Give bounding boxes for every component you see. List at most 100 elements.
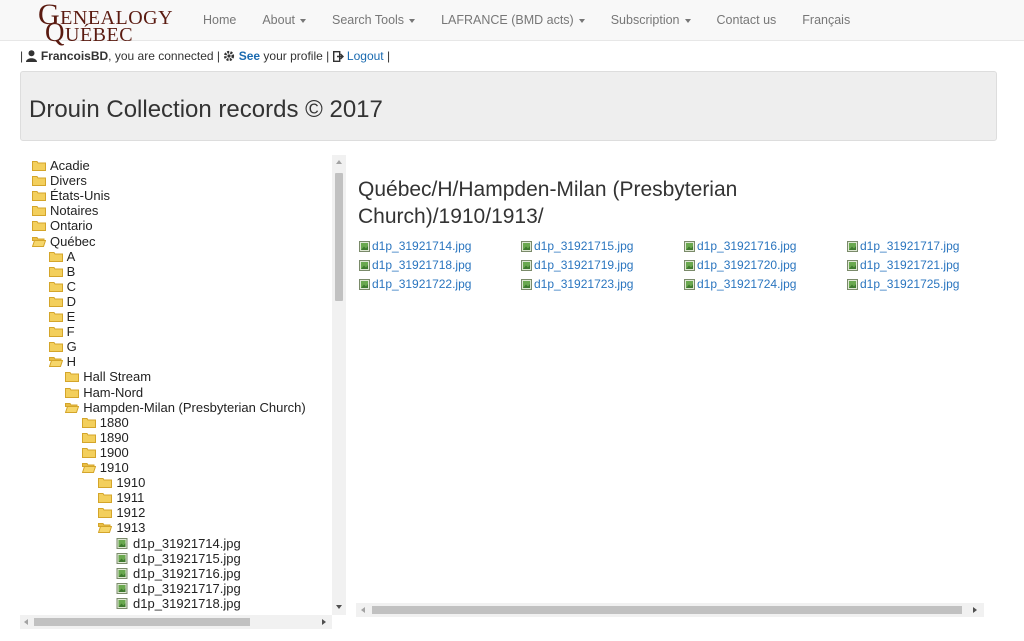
image-file-icon xyxy=(684,278,695,290)
tree-item-label: Divers xyxy=(50,173,87,189)
see-profile-link[interactable]: See xyxy=(239,49,260,63)
nav-contact[interactable]: Contact us xyxy=(704,13,790,27)
tree-folder-item[interactable]: 1900 xyxy=(81,445,129,460)
tree-file-item[interactable]: d1p_31921715.jpg xyxy=(115,551,241,566)
tree-folder-item[interactable]: 1890 xyxy=(81,430,129,445)
folder-icon xyxy=(32,191,46,202)
image-file-icon xyxy=(684,240,695,252)
tree-folder-item[interactable]: 1910 xyxy=(81,460,129,475)
tree-folder-item[interactable]: C xyxy=(48,279,76,294)
image-file-icon xyxy=(116,567,128,579)
scrollbar-thumb[interactable] xyxy=(335,173,343,301)
tree-folder-item[interactable]: B xyxy=(48,263,76,279)
tree-file-item[interactable]: d1p_31921718.jpg xyxy=(115,596,241,611)
tree-item-label: B xyxy=(66,263,76,279)
tree-folder-item[interactable]: Ham-Nord xyxy=(65,385,143,400)
tree-folder-item[interactable]: 1913 xyxy=(98,520,145,535)
main-nav: Home About Search Tools LAFRANCE (BMD ac… xyxy=(190,0,863,40)
tree-folder-item[interactable]: 1910 xyxy=(98,475,145,490)
file-link-label: d1p_31921719.jpg xyxy=(534,258,634,272)
folder-icon xyxy=(98,478,113,489)
scroll-right-arrow-icon[interactable] xyxy=(322,619,326,625)
scroll-left-arrow-icon[interactable] xyxy=(361,607,365,613)
tree-folder-item[interactable]: États-Unis xyxy=(32,188,110,203)
scroll-right-arrow-icon[interactable] xyxy=(973,607,977,613)
tree-folder-item[interactable]: F xyxy=(48,324,75,339)
tree-item-label: d1p_31921714.jpg xyxy=(133,535,241,551)
tree-folder-item[interactable]: 1911 xyxy=(98,490,144,505)
logo-line2: QUÉBEC xyxy=(45,17,134,47)
tree-file-item[interactable]: d1p_31921714.jpg xyxy=(115,536,241,551)
caret-down-icon xyxy=(684,18,691,23)
tree-folder-item[interactable]: Hampden-Milan (Presbyterian Church) xyxy=(65,400,306,415)
folder-icon xyxy=(32,206,46,217)
tree-item-label: Ontario xyxy=(50,218,93,234)
tree-folder-item[interactable]: G xyxy=(48,339,77,354)
tree-folder-item[interactable]: Divers xyxy=(32,173,87,188)
nav-home[interactable]: Home xyxy=(190,13,249,27)
tree-folder-item[interactable]: 1880 xyxy=(81,415,129,430)
nav-language[interactable]: Français xyxy=(789,13,863,27)
file-link-label: d1p_31921718.jpg xyxy=(372,258,472,272)
scrollbar-thumb[interactable] xyxy=(372,606,962,614)
folder-open-icon xyxy=(98,523,113,534)
tree-folder-item[interactable]: Notaires xyxy=(32,203,98,218)
file-link[interactable]: d1p_31921717.jpg xyxy=(847,239,959,253)
tree-item-label: 1910 xyxy=(99,460,129,475)
site-logo[interactable]: GENEALOGY QUÉBEC xyxy=(38,0,173,47)
scrollbar-thumb[interactable] xyxy=(34,618,250,626)
tree-vertical-scrollbar[interactable] xyxy=(332,155,346,615)
folder-open-icon xyxy=(48,357,63,368)
tree-folder-item[interactable]: E xyxy=(48,309,75,324)
file-link[interactable]: d1p_31921714.jpg xyxy=(359,239,471,253)
file-link-label: d1p_31921720.jpg xyxy=(697,258,797,272)
file-link[interactable]: d1p_31921716.jpg xyxy=(684,239,796,253)
tree-horizontal-scrollbar[interactable] xyxy=(20,615,332,629)
logout-link[interactable]: Logout xyxy=(347,49,384,63)
file-link[interactable]: d1p_31921724.jpg xyxy=(684,277,796,291)
folder-icon xyxy=(65,372,80,383)
caret-down-icon xyxy=(409,18,416,23)
logout-icon xyxy=(332,50,344,63)
tree-item-label: Acadie xyxy=(50,158,90,173)
page-header: Drouin Collection records © 2017 xyxy=(20,71,997,141)
folder-icon xyxy=(48,251,63,262)
nav-about[interactable]: About xyxy=(249,13,319,27)
file-link[interactable]: d1p_31921725.jpg xyxy=(847,277,959,291)
file-link-label: d1p_31921725.jpg xyxy=(860,277,960,291)
tree-item-label: 1911 xyxy=(116,490,145,506)
file-link[interactable]: d1p_31921721.jpg xyxy=(847,258,959,272)
nav-search-tools[interactable]: Search Tools xyxy=(319,13,428,27)
tree-file-item[interactable]: d1p_31921717.jpg xyxy=(115,581,241,596)
folder-icon xyxy=(81,432,96,443)
tree-folder-item[interactable]: 1912 xyxy=(98,505,145,520)
file-link[interactable]: d1p_31921715.jpg xyxy=(521,239,633,253)
nav-lafrance[interactable]: LAFRANCE (BMD acts) xyxy=(428,13,598,27)
tree-folder-item[interactable]: D xyxy=(48,294,76,309)
image-file-icon xyxy=(116,597,128,609)
file-link[interactable]: d1p_31921720.jpg xyxy=(684,258,796,272)
separator: | xyxy=(20,49,24,63)
file-link[interactable]: d1p_31921718.jpg xyxy=(359,258,471,272)
tree-folder-item[interactable]: H xyxy=(48,354,76,369)
nav-subscription[interactable]: Subscription xyxy=(598,13,704,27)
file-link-label: d1p_31921722.jpg xyxy=(372,277,472,291)
image-file-icon xyxy=(359,259,370,271)
tree-folder-item[interactable]: A xyxy=(48,249,75,264)
scroll-up-arrow-icon[interactable] xyxy=(336,160,342,164)
tree-folder-item[interactable]: Hall Stream xyxy=(65,369,151,384)
tree-item-label: d1p_31921717.jpg xyxy=(133,580,241,596)
tree-folder-item[interactable]: Acadie xyxy=(32,158,90,173)
content-horizontal-scrollbar[interactable] xyxy=(356,603,984,617)
tree-folder-item[interactable]: Québec xyxy=(32,234,96,249)
scroll-left-arrow-icon[interactable] xyxy=(24,619,28,625)
image-file-icon xyxy=(521,259,532,271)
file-link[interactable]: d1p_31921719.jpg xyxy=(521,258,633,272)
tree-item-label: d1p_31921715.jpg xyxy=(133,550,241,566)
file-link[interactable]: d1p_31921723.jpg xyxy=(521,277,633,291)
file-link[interactable]: d1p_31921722.jpg xyxy=(359,277,471,291)
folder-icon xyxy=(81,447,96,458)
tree-file-item[interactable]: d1p_31921716.jpg xyxy=(115,566,241,581)
tree-folder-item[interactable]: Ontario xyxy=(32,218,93,233)
scroll-down-arrow-icon[interactable] xyxy=(336,605,342,609)
